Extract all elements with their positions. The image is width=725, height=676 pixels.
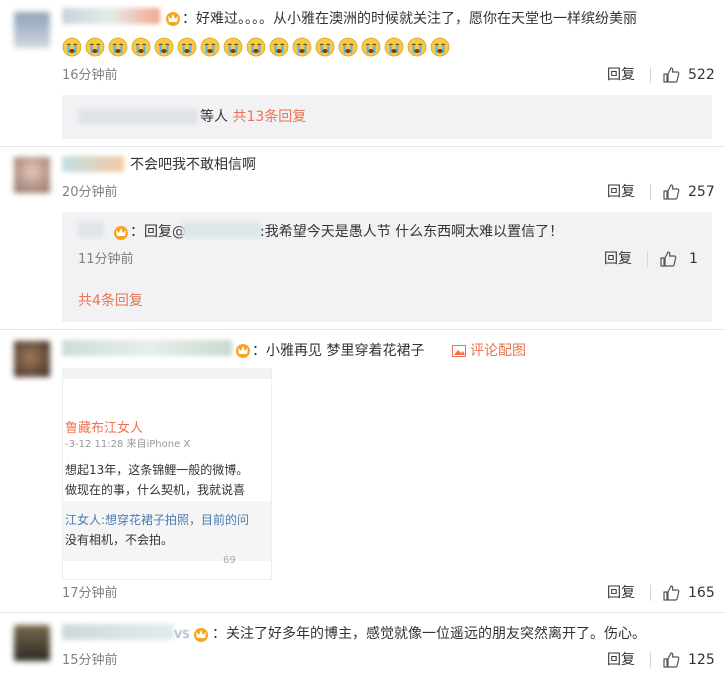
sub-reply-button[interactable]: 回复 [604, 250, 632, 268]
username[interactable] [62, 340, 232, 356]
separator [0, 329, 725, 330]
sub-reply-username[interactable] [78, 222, 104, 238]
username[interactable] [62, 624, 174, 640]
crying-emoji-icon [177, 37, 197, 56]
sub-reply-text: :我希望今天是愚人节 什么东西啊太难以置信了！ [260, 224, 564, 240]
comment-image-link[interactable]: 评论配图 [470, 342, 526, 360]
like-thumb-icon[interactable] [659, 250, 677, 268]
crying-emoji-icon [223, 37, 243, 56]
divider [647, 251, 648, 267]
vip-crown-icon [236, 344, 250, 358]
divider [650, 184, 651, 200]
like-thumb-icon[interactable] [662, 66, 680, 84]
crying-emoji-icon [85, 37, 105, 56]
username[interactable] [62, 8, 160, 24]
sub-reply-time: 11分钟前 [78, 252, 134, 267]
like-thumb-icon[interactable] [662, 651, 680, 669]
reply-count-link[interactable]: 共13条回复 [232, 109, 306, 125]
divider [650, 67, 651, 83]
comment-time: 20分钟前 [62, 185, 118, 200]
like-thumb-icon[interactable] [662, 183, 680, 201]
crying-emoji-icon [200, 37, 220, 56]
comment-text: ：好难过。。。。从小雅在澳洲的时候就关注了，愿你在天堂也一样缤纷美丽 [182, 11, 637, 27]
image-icon [452, 345, 466, 357]
crying-emoji-icon [315, 37, 335, 56]
reply-summary: 等人 共13条回复 [200, 108, 306, 126]
vip-crown-icon [194, 628, 208, 642]
shot-author: 鲁藏布江女人 [65, 421, 144, 436]
crying-emoji-icon [292, 37, 312, 56]
avatar[interactable] [14, 12, 50, 48]
separator [0, 612, 725, 613]
username[interactable] [62, 156, 124, 172]
reply-summary-box: 等人 共13条回复 [62, 95, 712, 139]
crying-emoji-icon [246, 37, 266, 56]
comment-time: 17分钟前 [62, 586, 118, 601]
emoji-row [62, 36, 453, 57]
reply-button[interactable]: 回复 [607, 66, 635, 84]
like-thumb-icon[interactable] [662, 584, 680, 602]
vip-crown-icon [166, 12, 180, 26]
crying-emoji-icon [108, 37, 128, 56]
reply-users [78, 109, 198, 125]
comment-text: ：小雅再见 梦里穿着花裙子 [252, 343, 425, 359]
shot-line-3: 江女人:想穿花裙子拍照，目前的问 [65, 513, 250, 527]
comment-image[interactable]: 鲁藏布江女人 -3-12 11:28 来自iPhone X 想起13年，这条锦鲤… [62, 368, 272, 580]
sub-like-count: 1 [689, 251, 698, 267]
like-count: 522 [688, 67, 715, 83]
avatar[interactable] [14, 625, 50, 661]
reply-button[interactable]: 回复 [607, 651, 635, 669]
divider [650, 652, 651, 668]
crying-emoji-icon [338, 37, 358, 56]
like-count: 257 [688, 184, 715, 200]
crying-emoji-icon [407, 37, 427, 56]
comment-text: 不会吧我不敢相信啊 [130, 157, 256, 173]
separator [0, 146, 725, 147]
crying-emoji-icon [361, 37, 381, 56]
vip-crown-icon [114, 226, 128, 240]
comment-time: 15分钟前 [62, 653, 118, 668]
avatar[interactable] [14, 157, 50, 193]
more-replies-link[interactable]: 共4条回复 [78, 292, 143, 310]
avatar[interactable] [14, 341, 50, 377]
crying-emoji-icon [269, 37, 289, 56]
username-tail: vs [174, 626, 190, 642]
reply-summary-suffix: 等人 [200, 109, 228, 125]
comment-text: ：关注了好多年的博主，感觉就像一位遥远的朋友突然离开了。伤心。 [212, 626, 646, 642]
reply-button[interactable]: 回复 [607, 183, 635, 201]
shot-line-1: 想起13年，这条锦鲤一般的微博。 [65, 463, 249, 477]
divider [650, 585, 651, 601]
shot-stat: 69 [223, 555, 236, 566]
comment-time: 16分钟前 [62, 68, 118, 83]
crying-emoji-icon [62, 37, 82, 56]
comment-text-body: 关注了好多年的博主，感觉就像一位遥远的朋友突然离开了。伤心。 [226, 626, 646, 642]
mentioned-user[interactable] [182, 222, 262, 238]
sub-reply-box: ：回复@ :我希望今天是愚人节 什么东西啊太难以置信了！ 11分钟前 回复 1 … [62, 212, 712, 322]
sub-reply-prefix: ：回复@ [130, 224, 186, 240]
crying-emoji-icon [131, 37, 151, 56]
like-count: 125 [688, 652, 715, 668]
shot-line-4: 没有相机，不会拍。 [65, 533, 174, 547]
reply-button[interactable]: 回复 [607, 584, 635, 602]
crying-emoji-icon [430, 37, 450, 56]
crying-emoji-icon [154, 37, 174, 56]
shot-meta: -3-12 11:28 来自iPhone X [65, 439, 191, 450]
crying-emoji-icon [384, 37, 404, 56]
like-count: 165 [688, 585, 715, 601]
shot-line-2: 做现在的事，什么契机，我就说喜 [65, 483, 246, 497]
